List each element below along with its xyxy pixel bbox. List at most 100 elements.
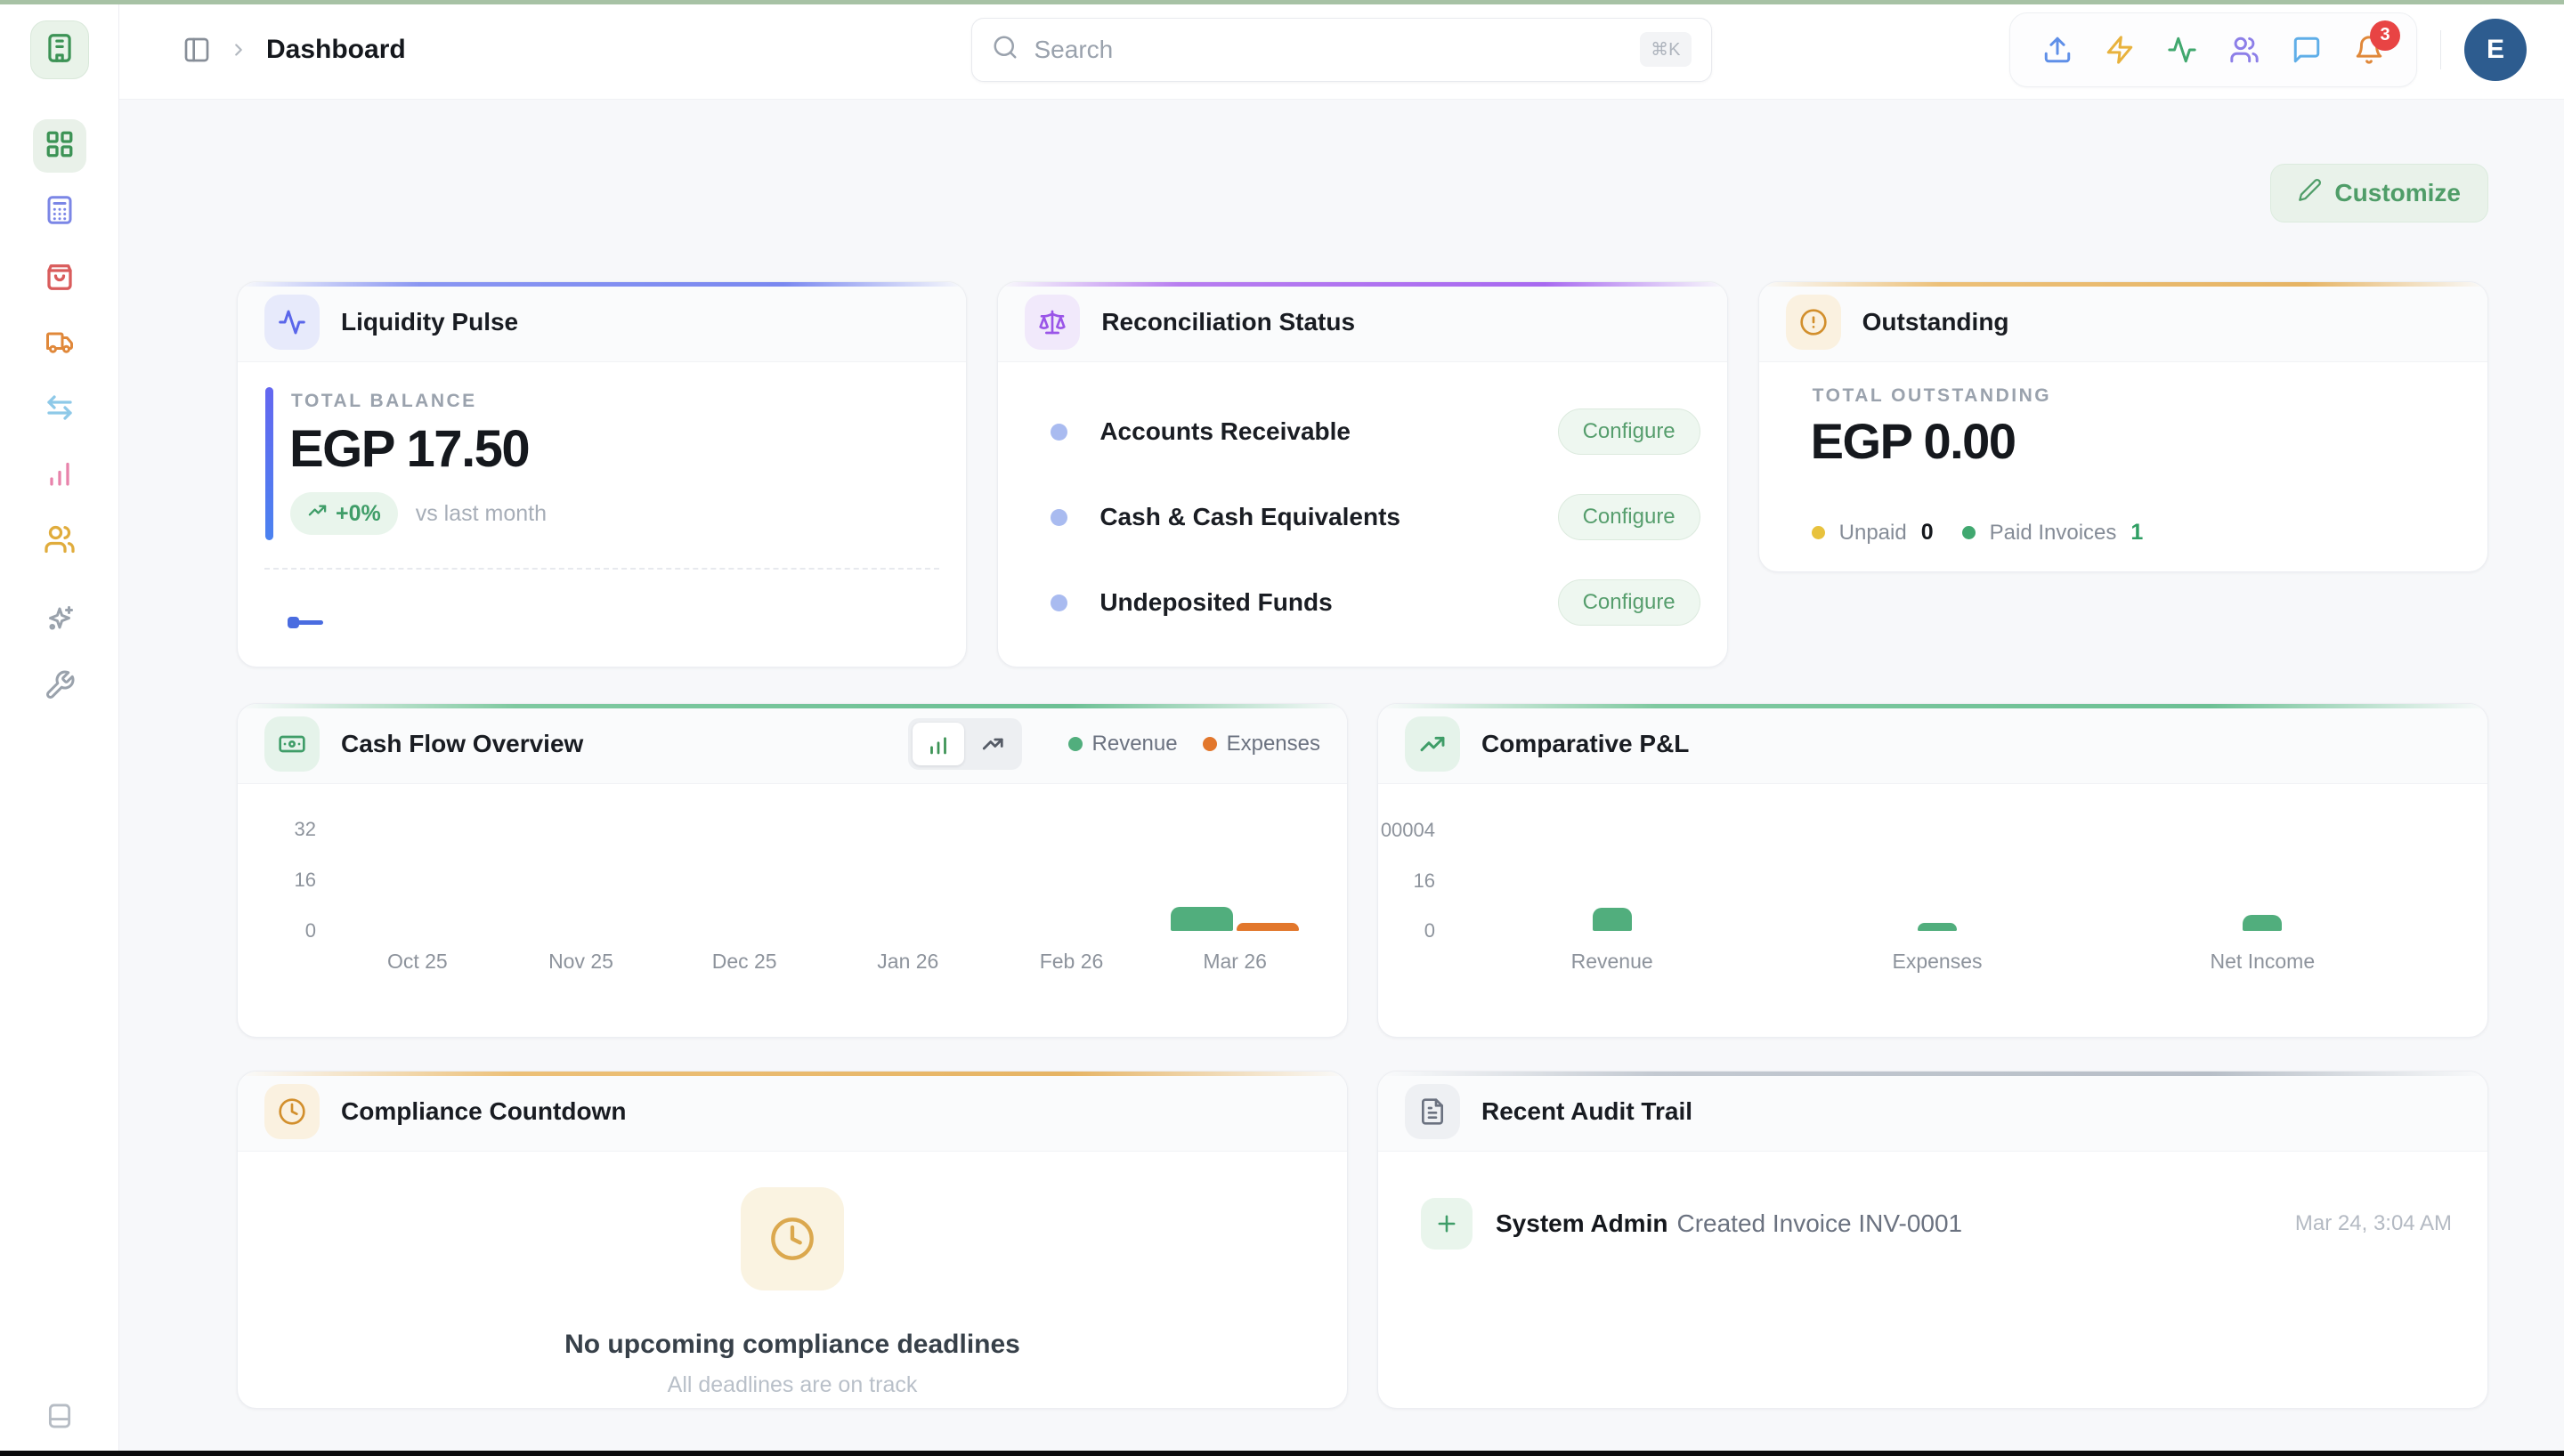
logo-container <box>0 0 118 100</box>
sidebar-item-dashboard[interactable] <box>33 119 86 173</box>
widgets-row-2: Cash Flow Overview Revenue Expenses <box>237 703 2488 1038</box>
revenue-dot <box>1068 737 1083 751</box>
recent-audit-trail-card: Recent Audit Trail System AdminCreated I… <box>1377 1071 2488 1409</box>
total-balance-label: TOTAL BALANCE <box>291 391 477 412</box>
comparative-pnl-chart: 00004160RevenueExpensesNet Income <box>1378 784 2487 1038</box>
sidebar-item-logistics[interactable] <box>33 317 86 370</box>
plus-icon <box>1421 1198 1473 1250</box>
card-title: Compliance Countdown <box>341 1097 626 1126</box>
banknote-icon <box>264 716 320 772</box>
reconciliation-row: Undeposited Funds Configure <box>998 560 1726 645</box>
sidebar-item-sales[interactable] <box>33 251 86 304</box>
reconciliation-card-body: Accounts Receivable Configure Cash & Cas… <box>998 362 1726 645</box>
trending-up-icon <box>1405 716 1460 772</box>
reconciliation-card-header: Reconciliation Status <box>998 282 1726 362</box>
transfer-arrows-icon <box>44 392 76 428</box>
account-label: Undeposited Funds <box>1099 588 1332 617</box>
unpaid-label: Unpaid <box>1839 521 1907 546</box>
search-shortcut-badge: ⌘K <box>1640 32 1691 67</box>
empty-state-title: No upcoming compliance deadlines <box>564 1330 1020 1360</box>
sparkles-icon <box>44 603 76 640</box>
customize-button[interactable]: Customize <box>2270 164 2488 222</box>
legend-label: Revenue <box>1092 732 1178 756</box>
liquidity-pulse-card: Liquidity Pulse TOTAL BALANCE EGP 17.50 … <box>237 281 967 667</box>
notification-badge: 3 <box>2370 20 2400 51</box>
legend-item-revenue: Revenue <box>1068 732 1178 756</box>
cash-flow-card: Cash Flow Overview Revenue Expenses <box>237 703 1348 1038</box>
status-dot <box>1051 595 1067 611</box>
accent-bar <box>265 387 273 540</box>
account-label: Cash & Cash Equivalents <box>1099 503 1400 531</box>
account-label: Accounts Receivable <box>1099 417 1351 446</box>
dashed-divider <box>264 568 939 570</box>
audit-entry: System AdminCreated Invoice INV-0001 Mar… <box>1421 1198 2452 1250</box>
configure-button[interactable]: Configure <box>1558 494 1700 540</box>
status-dot <box>1051 509 1067 526</box>
upload-icon[interactable] <box>2042 35 2073 65</box>
calculator-icon <box>44 194 76 231</box>
sidebar-item-accounting[interactable] <box>33 185 86 239</box>
delta-value: +0% <box>336 501 381 527</box>
breadcrumb: Dashboard <box>183 35 406 65</box>
message-icon[interactable] <box>2292 35 2322 65</box>
chevron-right-icon <box>229 40 248 60</box>
widgets-row-3: Compliance Countdown No upcoming complia… <box>237 1071 2488 1409</box>
configure-button[interactable]: Configure <box>1558 408 1700 455</box>
zap-icon[interactable] <box>2105 35 2135 65</box>
total-balance-value: EGP 17.50 <box>289 419 529 479</box>
activity-icon[interactable] <box>2167 35 2197 65</box>
search-input[interactable] <box>1033 35 1627 65</box>
paid-value: 1 <box>2130 520 2143 546</box>
liquidity-card-header: Liquidity Pulse <box>238 282 966 362</box>
line-chart-toggle-button[interactable] <box>966 723 1018 765</box>
sidebar-item-settings-tools[interactable] <box>33 660 86 714</box>
bar-chart-icon <box>44 457 76 494</box>
sidebar-bottom <box>0 1401 118 1431</box>
unpaid-dot <box>1812 526 1825 539</box>
legend-label: Expenses <box>1227 732 1320 756</box>
delta-caption: vs last month <box>416 501 547 527</box>
card-title: Outstanding <box>1862 308 2009 336</box>
sidebar-item-transfers[interactable] <box>33 383 86 436</box>
file-text-icon <box>1405 1084 1460 1139</box>
total-outstanding-label: TOTAL OUTSTANDING <box>1813 385 2051 407</box>
sidebar-item-ai-assistant[interactable] <box>33 595 86 648</box>
alert-circle-icon <box>1786 295 1841 350</box>
reconciliation-row: Cash & Cash Equivalents Configure <box>998 474 1726 560</box>
configure-button[interactable]: Configure <box>1558 579 1700 626</box>
sidebar-item-reports[interactable] <box>33 449 86 502</box>
outstanding-footer: Unpaid 0 Paid Invoices 1 <box>1812 520 2158 546</box>
card-title: Cash Flow Overview <box>341 730 583 758</box>
card-title: Liquidity Pulse <box>341 308 518 336</box>
card-title: Comparative P&L <box>1481 730 1689 758</box>
cash-flow-card-header: Cash Flow Overview Revenue Expenses <box>238 704 1347 784</box>
total-outstanding-value: EGP 0.00 <box>1811 412 2016 470</box>
chart-type-toggle <box>908 718 1022 770</box>
card-icon[interactable] <box>45 1401 75 1431</box>
search-bar: ⌘K <box>971 18 1712 82</box>
outstanding-card-body: TOTAL OUTSTANDING EGP 0.00 Unpaid 0 Paid… <box>1759 362 2487 572</box>
expenses-dot <box>1203 737 1217 751</box>
sidebar-item-customers[interactable] <box>33 514 86 568</box>
window-bottom-strip <box>0 1451 2564 1456</box>
compliance-card-body: No upcoming compliance deadlines All dea… <box>238 1152 1347 1409</box>
reconciliation-row: Accounts Receivable Configure <box>998 389 1726 474</box>
team-users-icon[interactable] <box>2229 35 2260 65</box>
audit-card-header: Recent Audit Trail <box>1378 1072 2487 1152</box>
topbar-action-pill: 3 <box>2009 12 2417 87</box>
bar-chart-toggle-button[interactable] <box>913 723 964 765</box>
app-logo[interactable] <box>30 20 89 79</box>
topbar: Dashboard ⌘K 3 E <box>118 0 2564 100</box>
card-title: Recent Audit Trail <box>1481 1097 1692 1126</box>
reconciliation-status-card: Reconciliation Status Accounts Receivabl… <box>997 281 1727 667</box>
topbar-actions: 3 E <box>2009 12 2527 87</box>
sidebar-toggle-icon[interactable] <box>183 36 211 64</box>
sidebar-nav <box>0 100 118 714</box>
legend-item-expenses: Expenses <box>1203 732 1320 756</box>
outstanding-card: Outstanding TOTAL OUTSTANDING EGP 0.00 U… <box>1758 281 2488 572</box>
audit-actor: System Admin <box>1496 1209 1667 1237</box>
widgets-row-1: Liquidity Pulse TOTAL BALANCE EGP 17.50 … <box>237 281 2488 667</box>
bell-icon[interactable]: 3 <box>2354 35 2384 65</box>
avatar[interactable]: E <box>2464 19 2527 81</box>
delta-row: +0% vs last month <box>290 492 547 535</box>
